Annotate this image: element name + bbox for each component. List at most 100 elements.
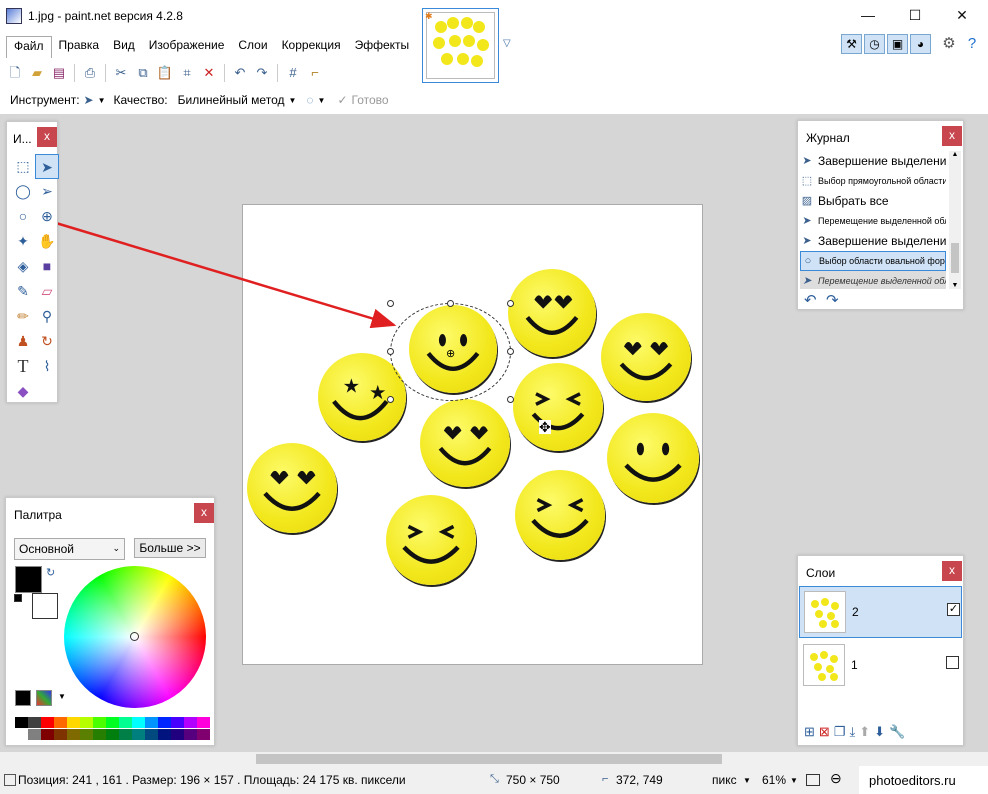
line-curve-tool-icon[interactable]: ⌇ bbox=[35, 354, 59, 379]
palette-swatch[interactable] bbox=[80, 717, 93, 728]
palette-swatch[interactable] bbox=[28, 717, 41, 728]
copy-icon[interactable]: ⧉ bbox=[132, 63, 154, 83]
unit-dropdown-arrow-icon[interactable]: ▼ bbox=[743, 776, 751, 785]
palette-swatch[interactable] bbox=[15, 717, 28, 728]
settings-gear-icon[interactable]: ⚙ bbox=[939, 34, 959, 54]
palette-swatch[interactable] bbox=[106, 729, 119, 740]
selection-handle[interactable] bbox=[507, 348, 514, 355]
selection-mode-dropdown-arrow-icon[interactable]: ▼ bbox=[318, 96, 326, 105]
save-file-icon[interactable]: ▤ bbox=[48, 63, 70, 83]
colors-window-toggle-icon[interactable]: ◕ bbox=[910, 34, 931, 54]
palette-swatch[interactable] bbox=[197, 717, 210, 728]
reset-colors-icon[interactable] bbox=[14, 594, 22, 602]
move-selected-pixels-tool-icon[interactable]: ➤ bbox=[35, 154, 59, 179]
quality-dropdown-arrow-icon[interactable]: ▼ bbox=[288, 96, 296, 105]
help-icon[interactable]: ? bbox=[962, 34, 982, 54]
scroll-thumb[interactable] bbox=[951, 243, 959, 273]
image-tab-thumbnail[interactable]: ✱ bbox=[422, 8, 499, 83]
palette-swatch[interactable] bbox=[171, 729, 184, 740]
text-tool-icon[interactable]: T bbox=[11, 354, 35, 379]
gradient-tool-icon[interactable]: ■ bbox=[35, 254, 59, 279]
layer-visibility-checkbox[interactable] bbox=[946, 656, 959, 669]
menu-view[interactable]: Вид bbox=[106, 36, 142, 58]
scroll-thumb[interactable] bbox=[256, 754, 722, 764]
palette-swatch[interactable] bbox=[145, 729, 158, 740]
shapes-tool-icon[interactable]: ◆ bbox=[11, 379, 35, 404]
palette-swatch[interactable] bbox=[80, 729, 93, 740]
unit-select[interactable]: пикс bbox=[712, 773, 737, 787]
duplicate-layer-icon[interactable]: ❐ bbox=[834, 724, 846, 740]
add-layer-icon[interactable]: ⊞ bbox=[804, 724, 815, 740]
layer-row[interactable]: 1 bbox=[799, 640, 962, 692]
palette-swatch[interactable] bbox=[197, 729, 210, 740]
paint-bucket-tool-icon[interactable]: ◈ bbox=[11, 254, 35, 279]
palette-menu-arrow-icon[interactable]: ▼ bbox=[58, 692, 66, 701]
move-selection-tool-icon[interactable]: ➤ bbox=[84, 93, 94, 107]
menu-edit[interactable]: Правка bbox=[52, 36, 107, 58]
selection-handle[interactable] bbox=[387, 300, 394, 307]
palette-swatch[interactable] bbox=[93, 717, 106, 728]
history-item[interactable]: ➤ Завершение выделения bbox=[800, 151, 946, 171]
open-file-icon[interactable]: ▰ bbox=[26, 63, 48, 83]
history-redo-icon[interactable]: ↷ bbox=[826, 291, 839, 309]
quality-select[interactable]: Билинейный метод bbox=[178, 93, 285, 107]
palette-swatch[interactable] bbox=[171, 717, 184, 728]
merge-layer-down-icon[interactable]: ⤓ bbox=[849, 724, 855, 740]
zoom-tool-icon[interactable]: ⊕ bbox=[35, 204, 59, 229]
history-item[interactable]: ➤ Завершение выделения bbox=[800, 231, 946, 251]
zoom-dropdown-arrow-icon[interactable]: ▼ bbox=[790, 776, 798, 785]
palette-panel-close-button[interactable]: x bbox=[194, 503, 214, 523]
palette-menu-icon[interactable] bbox=[36, 690, 52, 706]
palette-select[interactable]: Основной ⌄ bbox=[14, 538, 125, 560]
delete-layer-icon[interactable]: ⊠ bbox=[819, 724, 830, 740]
done-button[interactable]: Готово bbox=[352, 93, 389, 107]
recolor-tool-icon[interactable]: ↻ bbox=[35, 329, 59, 354]
history-item-future[interactable]: ➤Перемещение выделенной области bbox=[800, 271, 946, 289]
palette-swatch[interactable] bbox=[184, 729, 197, 740]
tools-window-toggle-icon[interactable]: ⚒ bbox=[841, 34, 862, 54]
palette-swatch[interactable] bbox=[67, 717, 80, 728]
color-wheel[interactable] bbox=[64, 566, 206, 708]
history-scrollbar[interactable]: ▲ ▼ bbox=[949, 151, 961, 289]
menu-adjustments[interactable]: Коррекция bbox=[275, 36, 348, 58]
layer-properties-icon[interactable]: 🔧 bbox=[889, 724, 905, 740]
zoom-out-icon[interactable]: ⊖ bbox=[830, 770, 842, 787]
redo-icon[interactable]: ↷ bbox=[251, 63, 273, 83]
zoom-to-window-icon[interactable] bbox=[806, 774, 820, 786]
tool-dropdown-arrow-icon[interactable]: ▼ bbox=[98, 96, 106, 105]
grid-icon[interactable]: # bbox=[282, 63, 304, 83]
paintbrush-tool-icon[interactable]: ✎ bbox=[11, 279, 35, 304]
move-selection-tool-icon[interactable]: ➢ bbox=[35, 179, 59, 204]
history-item[interactable]: ➤Перемещение выделенной области bbox=[800, 211, 946, 231]
more-button[interactable]: Больше >> bbox=[134, 538, 206, 558]
history-item[interactable]: ⬚ Выбор прямоугольной области bbox=[800, 171, 946, 191]
palette-swatch[interactable] bbox=[158, 729, 171, 740]
clone-stamp-tool-icon[interactable]: ♟ bbox=[11, 329, 35, 354]
color-wheel-picker[interactable] bbox=[130, 632, 139, 641]
palette-swatch[interactable] bbox=[15, 729, 28, 740]
menu-effects[interactable]: Эффекты bbox=[348, 36, 417, 58]
palette-swatch[interactable] bbox=[93, 729, 106, 740]
palette-swatch[interactable] bbox=[119, 729, 132, 740]
palette-swatch[interactable] bbox=[67, 729, 80, 740]
cut-icon[interactable]: ✂ bbox=[110, 63, 132, 83]
palette-swatch[interactable] bbox=[41, 729, 54, 740]
palette-swatch[interactable] bbox=[132, 717, 145, 728]
add-color-icon[interactable] bbox=[15, 690, 31, 706]
swap-colors-icon[interactable]: ↻ bbox=[46, 566, 55, 579]
selection-mode-icon[interactable]: ◌ bbox=[306, 93, 313, 107]
selection-handle[interactable] bbox=[387, 396, 394, 403]
scroll-up-icon[interactable]: ▲ bbox=[949, 151, 961, 158]
palette-swatch[interactable] bbox=[54, 717, 67, 728]
layers-panel-close-button[interactable]: x bbox=[942, 561, 962, 581]
scroll-down-icon[interactable]: ▼ bbox=[949, 282, 961, 289]
deselect-icon[interactable]: ✕ bbox=[198, 63, 220, 83]
primary-color-swatch[interactable] bbox=[15, 566, 42, 593]
color-picker-tool-icon[interactable]: ⚲ bbox=[35, 304, 59, 329]
eraser-tool-icon[interactable]: ▱ bbox=[35, 279, 59, 304]
rulers-icon[interactable]: ⌐ bbox=[304, 63, 326, 83]
print-icon[interactable]: ⎙ bbox=[79, 63, 101, 83]
selection-handle[interactable] bbox=[507, 300, 514, 307]
selection-handle[interactable] bbox=[447, 300, 454, 307]
layers-window-toggle-icon[interactable]: ▣ bbox=[887, 34, 908, 54]
